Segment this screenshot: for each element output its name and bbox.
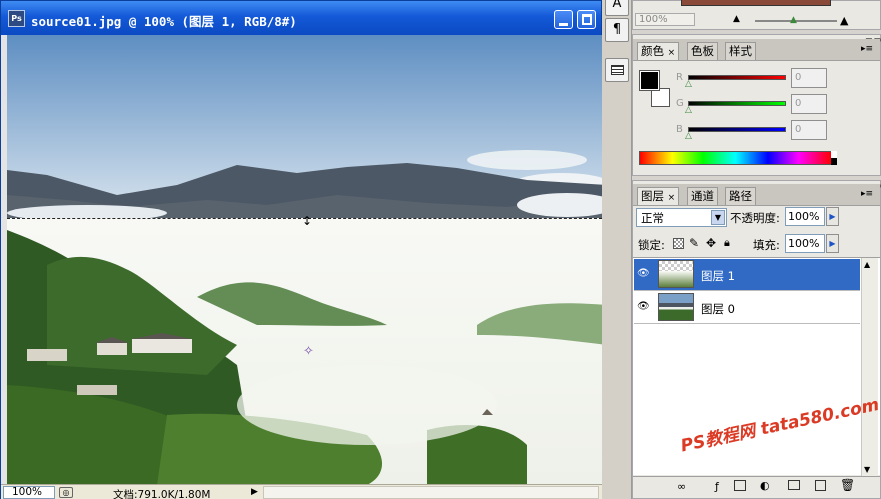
tab-color[interactable]: 颜色 × — [637, 42, 680, 60]
link-layers-icon[interactable]: ∞ — [677, 480, 686, 493]
zoom-slider-thumb[interactable]: ▲ — [790, 15, 797, 25]
fill-field[interactable]: 100% — [785, 234, 825, 253]
layers-footer: ∞ ƒ ◐ 🗑︎ — [633, 476, 880, 498]
delete-layer-icon[interactable]: 🗑︎ — [840, 478, 855, 492]
blend-mode-select[interactable]: 正常 ▼ — [636, 208, 727, 227]
blue-slider-thumb[interactable]: △ — [685, 131, 692, 141]
tab-paths[interactable]: 路径 — [725, 187, 756, 205]
navigator-preview — [681, 0, 831, 6]
blue-slider[interactable] — [688, 127, 786, 132]
panel-menu-icon[interactable]: ▸≡ — [861, 189, 873, 199]
lock-all-icon[interactable]: 🔒︎ — [724, 236, 730, 250]
layer-mask-icon[interactable] — [734, 480, 746, 491]
resize-cursor-icon: ↕ — [302, 214, 313, 228]
red-slider[interactable] — [688, 75, 786, 80]
zoom-out-icon[interactable]: ▲ — [733, 14, 740, 24]
new-layer-icon[interactable] — [815, 480, 826, 491]
close-icon[interactable]: × — [668, 48, 676, 58]
layers-list: 👁︎ 图层 1 👁︎ 图层 0 ▲ ▼ — [633, 257, 880, 476]
tab-swatches[interactable]: 色板 — [687, 42, 718, 60]
layer-name: 图层 1 — [701, 269, 735, 283]
panel-menu-icon[interactable]: ▸≡ — [861, 44, 873, 54]
transform-center-icon: ✧ — [303, 344, 314, 359]
fill-arrow-icon[interactable]: ▶ — [826, 234, 839, 253]
red-value[interactable]: 0 — [791, 68, 827, 88]
fill-label: 填充: — [753, 238, 780, 252]
layer-style-icon[interactable]: ƒ — [715, 480, 719, 493]
black-white-ramp[interactable] — [831, 151, 837, 165]
document-window: Ps source01.jpg @ 100% (图层 1, RGB/8#) ↕ … — [0, 0, 607, 499]
zoom-in-icon[interactable]: ▲ — [840, 14, 848, 27]
layer-thumbnail — [658, 260, 694, 288]
image-canvas[interactable]: ↕ ✧ — [7, 35, 607, 485]
foreground-color-swatch[interactable] — [639, 70, 660, 91]
status-menu-icon[interactable]: ◎ — [59, 487, 73, 498]
channel-label-r: R — [676, 72, 683, 83]
color-panel: ▬▬ × 颜色 × 色板 样式 ▸≡ R △ 0 G △ 0 B △ 0 — [632, 34, 881, 176]
green-slider-thumb[interactable]: △ — [685, 105, 692, 115]
photoshop-app-icon: Ps — [8, 10, 25, 27]
blue-value[interactable]: 0 — [791, 120, 827, 140]
green-value[interactable]: 0 — [791, 94, 827, 114]
opacity-field[interactable]: 100% — [785, 207, 825, 226]
title-bar[interactable]: Ps source01.jpg @ 100% (图层 1, RGB/8#) — [1, 1, 601, 35]
minimize-button[interactable] — [554, 10, 573, 29]
eye-icon[interactable]: 👁︎ — [637, 268, 651, 280]
navigator-panel: 100% ▲ ▲ ▲ — [632, 0, 881, 30]
green-slider[interactable] — [688, 101, 786, 106]
opacity-label: 不透明度: — [730, 211, 780, 225]
maximize-button[interactable] — [577, 10, 596, 29]
window-title: source01.jpg @ 100% (图层 1, RGB/8#) — [31, 14, 297, 29]
layers-panel-tabs: 图层 × 通道 路径 ▸≡ — [633, 184, 880, 206]
tab-channels[interactable]: 通道 — [687, 187, 718, 205]
opacity-arrow-icon[interactable]: ▶ — [826, 207, 839, 226]
new-group-icon[interactable] — [788, 480, 800, 490]
layer-row[interactable]: 👁︎ 图层 0 — [634, 292, 860, 324]
layer-thumbnail — [658, 293, 694, 321]
layer-row[interactable]: 👁︎ 图层 1 — [634, 259, 860, 291]
landscape-image — [7, 35, 607, 485]
eye-icon[interactable]: 👁︎ — [637, 301, 651, 313]
navigator-zoom-field[interactable]: 100% — [635, 13, 695, 26]
lock-position-icon[interactable]: ✥ — [706, 236, 716, 250]
panel-dock-strip: A ¶ — [602, 0, 632, 499]
adjustment-layer-icon[interactable]: ◐ — [760, 479, 770, 492]
layer-name: 图层 0 — [701, 302, 735, 316]
paragraph-icon[interactable]: ¶ — [605, 18, 629, 42]
type-tool-icon[interactable]: A — [605, 0, 629, 16]
status-bar: 100% ◎ 文档:791.0K/1.80M ▶ — [1, 484, 603, 499]
tab-styles[interactable]: 样式 — [725, 42, 756, 60]
lock-label: 锁定: — [638, 238, 665, 252]
horizontal-scrollbar[interactable] — [263, 486, 599, 499]
close-icon[interactable]: × — [668, 193, 676, 203]
blend-mode-value: 正常 — [641, 211, 664, 225]
zoom-field[interactable]: 100% — [3, 486, 55, 499]
background-color-swatch[interactable] — [651, 88, 670, 107]
layers-panel: ▬▬ × 图层 × 通道 路径 ▸≡ 正常 ▼ 不透明度: 100% ▶ 锁定:… — [632, 180, 881, 499]
lock-image-icon[interactable]: ✎ — [689, 236, 699, 250]
color-panel-tabs: 颜色 × 色板 样式 ▸≡ — [633, 39, 880, 61]
tab-layers[interactable]: 图层 × — [637, 187, 680, 205]
document-info: 文档:791.0K/1.80M — [113, 489, 211, 499]
layers-scrollbar[interactable]: ▲ ▼ — [861, 258, 878, 476]
lock-transparent-icon[interactable] — [673, 238, 684, 249]
channel-label-g: G — [676, 98, 684, 109]
color-spectrum-bar[interactable] — [639, 151, 832, 165]
info-panel-icon[interactable] — [605, 58, 629, 82]
red-slider-thumb[interactable]: △ — [685, 79, 692, 89]
status-arrow-icon[interactable]: ▶ — [251, 487, 258, 497]
channel-label-b: B — [676, 124, 683, 135]
chevron-down-icon[interactable]: ▼ — [711, 210, 725, 225]
